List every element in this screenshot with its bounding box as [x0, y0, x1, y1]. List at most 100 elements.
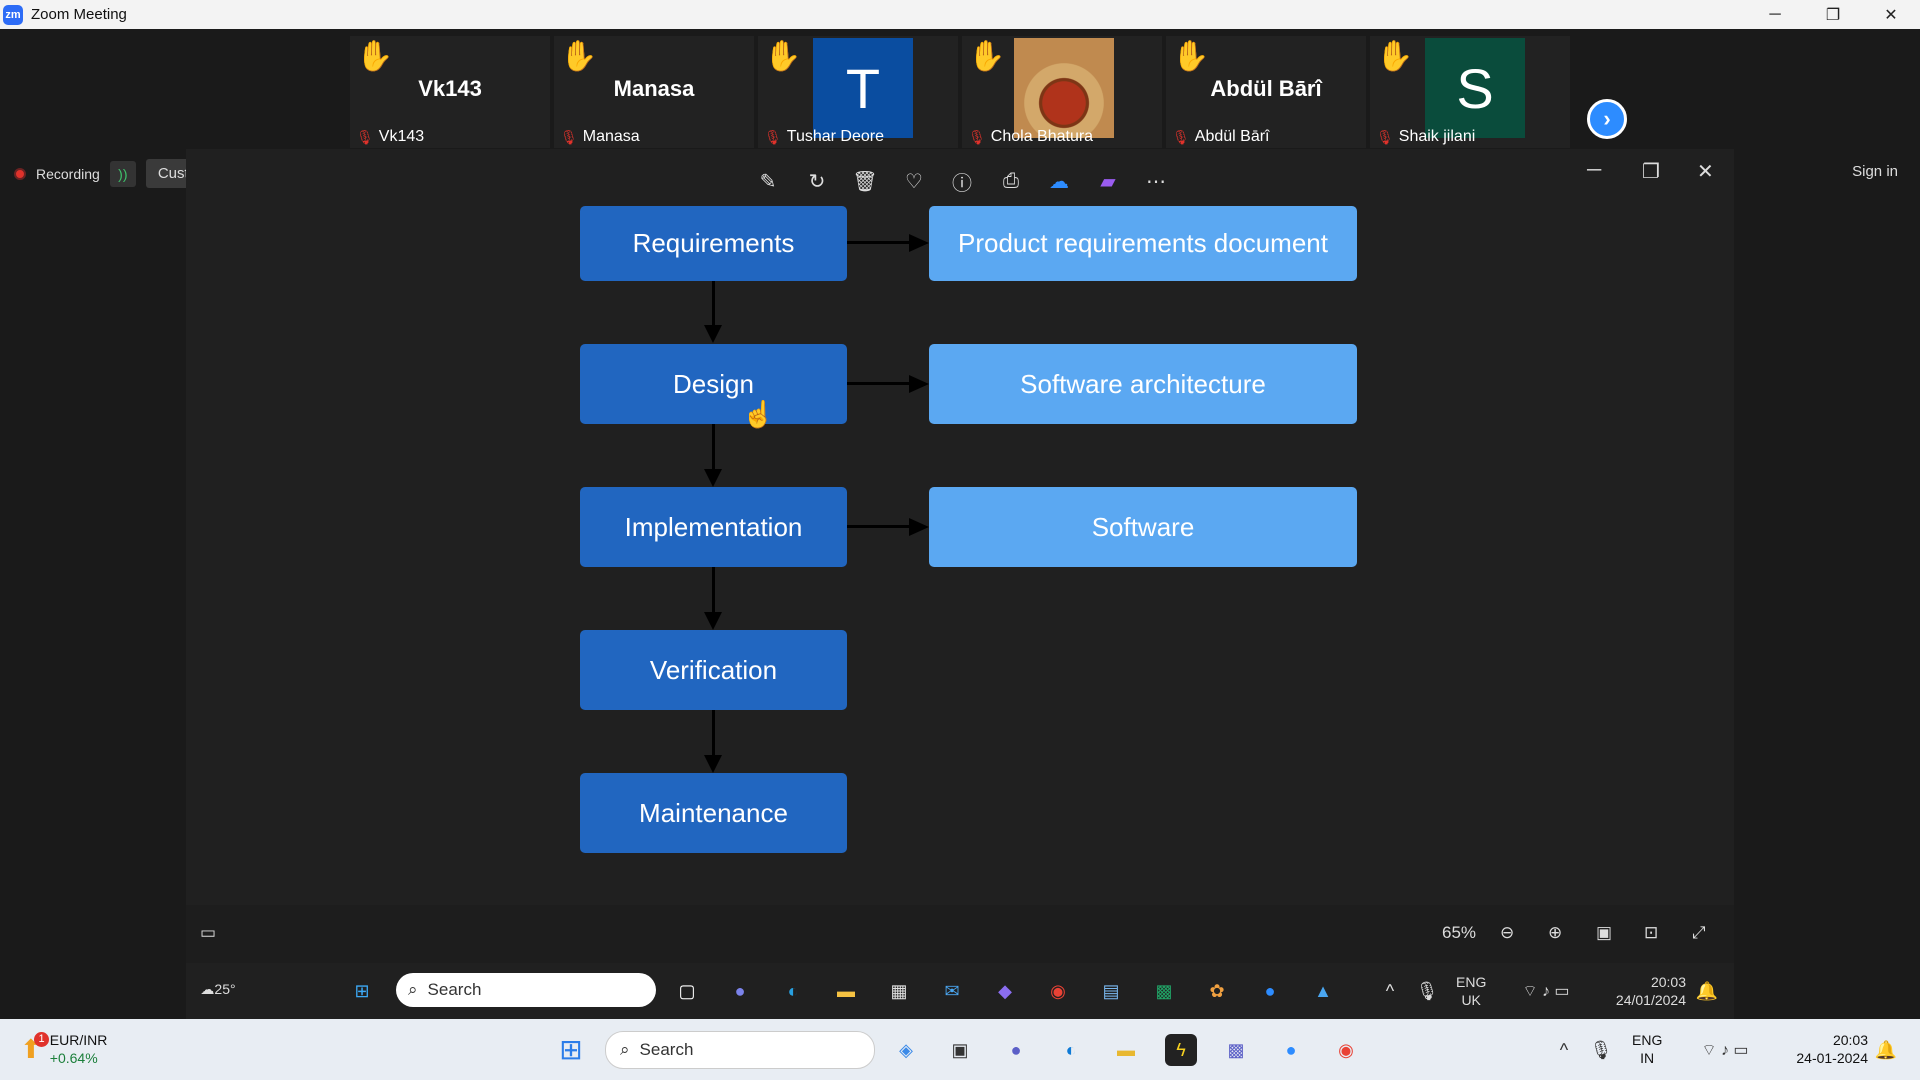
photos-icon[interactable]: ▲: [1307, 975, 1339, 1007]
chevron-right-icon: ›: [1603, 106, 1611, 131]
live-stream-icon[interactable]: )): [109, 160, 136, 187]
language-indicator[interactable]: ENG UK: [1456, 973, 1486, 1009]
filmstrip-icon[interactable]: ▭: [200, 923, 216, 943]
mic-muted-icon: 🎙: [1172, 128, 1190, 145]
file-explorer-icon[interactable]: ▬: [830, 975, 862, 1007]
viewer-restore-button[interactable]: ❐: [1642, 159, 1660, 184]
arrow-head-down: [704, 469, 722, 487]
mic-muted-icon: 🎙: [1376, 128, 1394, 145]
raised-hand-icon: ✋: [1376, 40, 1414, 73]
weather-icon[interactable]: ☁ 25°: [196, 973, 240, 1005]
tray-expand-icon[interactable]: ^: [1548, 1034, 1580, 1066]
fullscreen-icon[interactable]: ⤢: [1692, 923, 1706, 943]
language-indicator[interactable]: ENG IN: [1632, 1031, 1662, 1067]
zoom-app-icon[interactable]: ●: [1254, 975, 1286, 1007]
avatar: T: [813, 38, 913, 138]
participant-tile-tushar[interactable]: ✋ T 🎙 Tushar Deore: [758, 36, 958, 148]
excel-icon[interactable]: ▩: [1148, 975, 1180, 1007]
participant-display-name: Manasa: [613, 76, 695, 101]
windows-start-icon[interactable]: ⊞: [346, 975, 378, 1007]
participant-tile-manasa[interactable]: ✋ Manasa 🎙 Manasa: [554, 36, 754, 148]
edge-icon[interactable]: ◐: [1055, 1034, 1087, 1066]
shared-screen-viewer: ✎ ↻ 🗑 ♡ ⓘ ⎙ ☁ ▰ ⋯ ─ ❐ ✕ Requirements Des…: [186, 149, 1734, 963]
diagram-canvas: Requirements Design Implementation Verif…: [186, 205, 1734, 905]
arrow-line: [712, 424, 715, 469]
restore-button[interactable]: ❐: [1804, 0, 1862, 29]
clipchamp-icon[interactable]: ▰: [1094, 167, 1122, 195]
rotate-icon[interactable]: ↻: [803, 167, 831, 195]
clock[interactable]: 20:03 24-01-2024: [1778, 1031, 1868, 1067]
notification-bell-icon[interactable]: 🔔: [1691, 975, 1723, 1007]
store-icon[interactable]: ▦: [883, 975, 915, 1007]
microphone-icon[interactable]: 🎙: [1585, 1034, 1617, 1066]
hand-cursor-icon: ☝: [742, 399, 775, 429]
viewer-close-button[interactable]: ✕: [1697, 159, 1714, 184]
language-code: ENG: [1632, 1032, 1663, 1048]
network-volume-battery-icon[interactable]: ⌔ ♪ ▭: [1506, 975, 1586, 1007]
actual-size-icon[interactable]: ⊡: [1644, 923, 1658, 943]
participant-tile-vk143[interactable]: ✋ Vk143 🎙 Vk143: [350, 36, 550, 148]
zoom-out-icon[interactable]: ⊖: [1500, 923, 1514, 943]
mic-muted-icon: 🎙: [560, 128, 578, 145]
network-volume-battery-icon[interactable]: ⌔ ♪ ▭: [1685, 1034, 1765, 1066]
task-view-icon[interactable]: ▢: [671, 975, 703, 1007]
chrome-icon[interactable]: ◉: [1042, 975, 1074, 1007]
favorite-icon[interactable]: ♡: [900, 167, 928, 195]
time: 20:03: [1832, 1032, 1868, 1048]
zoom-app-icon[interactable]: ●: [1275, 1034, 1307, 1066]
taskbar-search[interactable]: ⌕ Search: [605, 1031, 875, 1069]
delete-icon[interactable]: 🗑: [851, 167, 879, 195]
mail-icon[interactable]: ✉: [936, 975, 968, 1007]
fit-window-icon[interactable]: ▣: [1596, 923, 1612, 943]
print-icon[interactable]: ⎙: [997, 167, 1025, 195]
edge-icon[interactable]: ◐: [777, 975, 809, 1007]
viewer-minimize-button[interactable]: ─: [1587, 159, 1601, 182]
zoom-logo-icon: zm: [3, 4, 23, 25]
window-title: Zoom Meeting: [31, 6, 127, 23]
task-view-icon[interactable]: ▣: [944, 1034, 976, 1066]
notification-bell-icon[interactable]: 🔔: [1870, 1034, 1902, 1066]
file-explorer-icon[interactable]: ▬: [1110, 1034, 1142, 1066]
notepad-icon[interactable]: ▤: [1095, 975, 1127, 1007]
search-placeholder: Search: [427, 980, 482, 999]
step-design: Design: [580, 344, 847, 424]
app-icon[interactable]: ◆: [989, 975, 1021, 1007]
participant-name: Shaik jilani: [1398, 128, 1476, 145]
search-icon: ⌕: [408, 980, 418, 999]
recording-label: Recording: [36, 165, 100, 182]
taskbar-search[interactable]: ⌕ Search: [396, 973, 656, 1007]
time: 20:03: [1650, 974, 1686, 990]
paint-icon[interactable]: ✿: [1201, 975, 1233, 1007]
next-page-button[interactable]: ›: [1587, 99, 1627, 139]
microphone-icon[interactable]: 🎙: [1411, 975, 1443, 1007]
minimize-button[interactable]: ─: [1746, 0, 1804, 29]
viewer-toolbar: ✎ ↻ 🗑 ♡ ⓘ ⎙ ☁ ▰ ⋯ ─ ❐ ✕: [186, 149, 1734, 209]
arrow-line: [712, 281, 715, 325]
copilot-icon[interactable]: ◈: [890, 1034, 922, 1066]
step-verification: Verification: [580, 630, 847, 710]
participant-tile-shaik[interactable]: ✋ S 🎙 Shaik jilani: [1370, 36, 1570, 148]
more-icon[interactable]: ⋯: [1142, 167, 1170, 195]
language-region: UK: [1461, 992, 1481, 1008]
clock[interactable]: 20:03 24/01/2024: [1606, 973, 1686, 1009]
stock-ticker-widget[interactable]: ⬆ 1 EUR/INR +0.64%: [20, 1031, 107, 1067]
zoom-in-icon[interactable]: ⊕: [1548, 923, 1562, 943]
chrome-icon[interactable]: ◉: [1330, 1034, 1362, 1066]
participant-tile-chola[interactable]: ✋ 🎙 Chola Bhatura: [962, 36, 1162, 148]
app-icon[interactable]: ϟ: [1165, 1034, 1197, 1066]
teams-new-icon[interactable]: ▩: [1220, 1034, 1252, 1066]
teams-icon[interactable]: ●: [724, 975, 756, 1007]
raised-hand-icon: ✋: [1172, 40, 1210, 73]
teams-icon[interactable]: ●: [1000, 1034, 1032, 1066]
info-icon[interactable]: ⓘ: [948, 167, 976, 195]
output-product-requirements: Product requirements document: [929, 206, 1357, 281]
participant-tile-abdul[interactable]: ✋ Abdül Bārî 🎙 Abdül Bārî: [1166, 36, 1366, 148]
windows-start-icon[interactable]: ⊞: [555, 1033, 587, 1065]
onedrive-icon[interactable]: ☁: [1045, 167, 1073, 195]
participant-name: Tushar Deore: [786, 128, 885, 145]
search-placeholder: Search: [639, 1040, 694, 1059]
tray-expand-icon[interactable]: ^: [1374, 975, 1406, 1007]
sign-in-link[interactable]: Sign in: [1852, 163, 1898, 180]
edit-icon[interactable]: ✎: [754, 167, 782, 195]
close-button[interactable]: ✕: [1862, 0, 1920, 29]
